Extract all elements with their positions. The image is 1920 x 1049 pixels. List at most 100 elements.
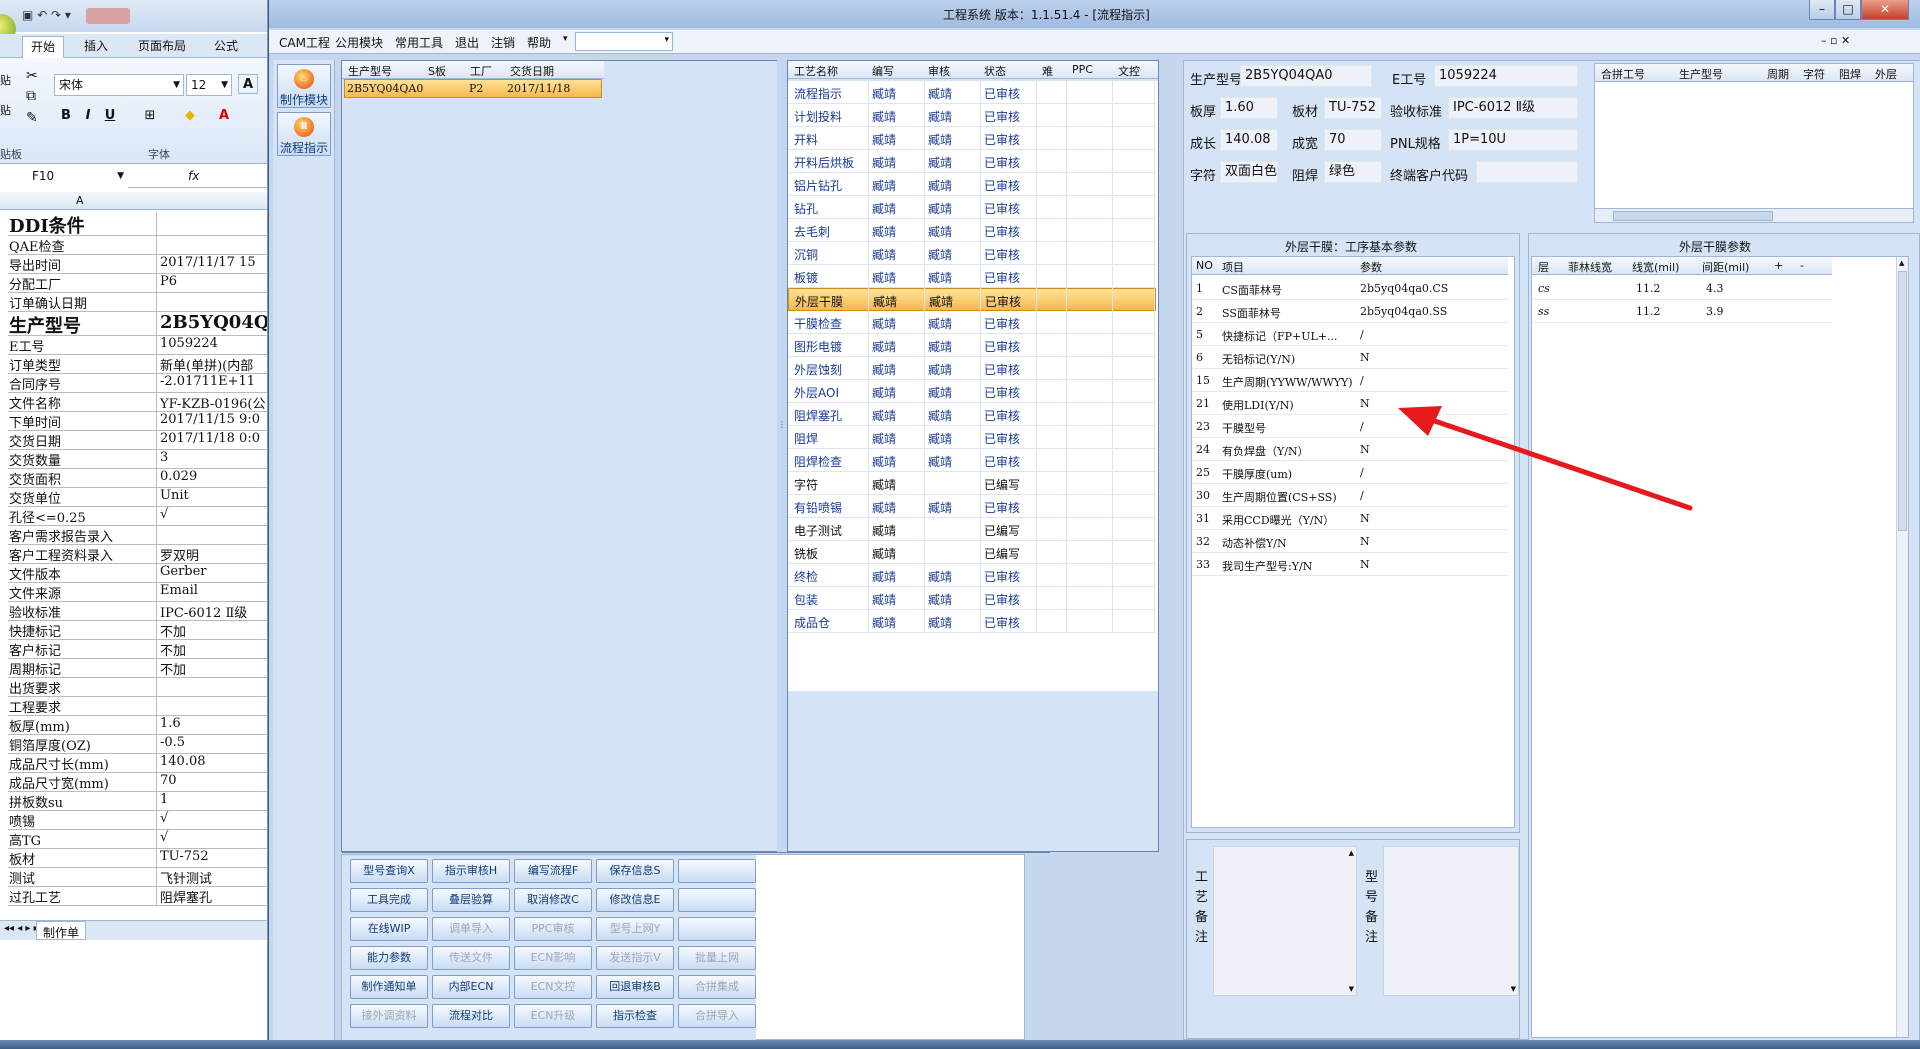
param-row[interactable]: 15 生产周期(YYWW/WWYY) / (1192, 369, 1508, 392)
paste-label-2[interactable]: 贴 (0, 102, 11, 118)
quick-access-toolbar[interactable] (86, 8, 130, 24)
excel-cell-b[interactable]: √ (157, 507, 267, 525)
scroll-up-icon[interactable]: ▲ (1899, 259, 1904, 267)
action-button[interactable]: 编写流程F (514, 859, 592, 883)
excel-cell-b[interactable]: 70 (157, 773, 267, 791)
tab-formulas[interactable]: 公式 (206, 36, 246, 58)
col-film-width[interactable]: 菲林线宽 (1568, 259, 1612, 275)
menu-cam[interactable]: CAM工程 (279, 34, 330, 51)
excel-cell-a[interactable]: 客户工程资料录入 (8, 545, 157, 563)
excel-cell-a[interactable]: 订单确认日期 (8, 293, 157, 311)
excel-row[interactable]: 合同序号 -2.01711E+11 (8, 374, 267, 393)
process-note-field[interactable]: ▲ ▼ (1213, 846, 1357, 996)
excel-cell-a[interactable]: 板材 (8, 849, 157, 867)
action-button[interactable]: 发送指示V (596, 946, 674, 970)
excel-row[interactable]: 交货日期 2017/11/18 0:0 (8, 431, 267, 450)
tab-home[interactable]: 开始 (22, 36, 65, 58)
excel-cell-a[interactable]: 客户需求报告录入 (8, 526, 157, 544)
process-row[interactable]: 板镀 臧靖 臧靖 已审核 (788, 265, 1156, 288)
excel-cell-b[interactable]: 3 (157, 450, 267, 468)
process-row[interactable]: 阻焊检查 臧靖 臧靖 已审核 (788, 449, 1156, 472)
chevron-down-icon[interactable]: ▾ (563, 34, 568, 44)
excel-row[interactable]: 板材 TU-752 (8, 849, 267, 868)
excel-cell-b[interactable]: Unit (157, 488, 267, 506)
process-row[interactable]: 计划投料 臧靖 臧靖 已审核 (788, 104, 1156, 127)
action-button[interactable]: 回退审核B (596, 975, 674, 999)
fill-color-icon[interactable]: ◆ (180, 106, 200, 126)
excel-row[interactable]: 成品尺寸宽(mm) 70 (8, 773, 267, 792)
excel-cell-b[interactable]: 不加 (157, 659, 267, 677)
splitter[interactable]: ⋮ (777, 60, 787, 852)
excel-cell-a[interactable]: 导出时间 (8, 255, 157, 273)
excel-cell-b[interactable]: 2017/11/18 0:0 (157, 431, 267, 449)
excel-row[interactable]: 高TG √ (8, 830, 267, 849)
action-button[interactable]: 型号查询X (350, 859, 428, 883)
sheet-tab[interactable]: 制作单 (36, 921, 87, 940)
legend-field[interactable]: 双面白色 (1220, 161, 1278, 183)
model-note-field[interactable]: ▼ (1383, 846, 1519, 996)
font-name-box[interactable]: 宋体 ▼ (54, 74, 184, 96)
menu-common-module[interactable]: 公用模块 (335, 34, 383, 51)
format-painter-icon[interactable]: ✎ (26, 110, 38, 126)
excel-cell-b[interactable]: 不加 (157, 640, 267, 658)
excel-row[interactable]: 导出时间 2017/11/17 15 (8, 255, 267, 274)
mdi-window-controls[interactable]: – ▫ ✕ (1821, 34, 1850, 47)
excel-cell-b[interactable]: 140.08 (157, 754, 267, 772)
col-s-board[interactable]: S板 (428, 63, 446, 79)
col-plus[interactable]: + (1774, 259, 1783, 272)
thickness-field[interactable]: 1.60 (1220, 97, 1278, 119)
excel-cell-b[interactable]: Gerber (157, 564, 267, 582)
vertical-scrollbar[interactable]: ▲ (1896, 257, 1908, 1037)
quick-access-icon[interactable]: ▣ ↶ ↷ ▾ (22, 8, 71, 22)
excel-cell-b[interactable]: IPC-6012 Ⅱ级 (157, 602, 267, 620)
excel-cell-a[interactable]: 文件来源 (8, 583, 157, 601)
excel-cell-a[interactable]: DDI条件 (8, 212, 157, 235)
excel-cell-b[interactable]: YF-KZB-0196(公 (157, 393, 267, 411)
col-param[interactable]: 参数 (1360, 259, 1382, 275)
tool-process-guide[interactable]: Ⅱ 流程指示 (277, 112, 331, 156)
action-button[interactable]: 保存信息S (596, 859, 674, 883)
excel-row[interactable]: 测试 飞针测试 (8, 868, 267, 887)
excel-row[interactable]: 文件来源 Email (8, 583, 267, 602)
copy-icon[interactable]: ⧉ (26, 88, 36, 104)
close-button[interactable]: ✕ (1861, 0, 1909, 20)
excel-cell-a[interactable]: 合同序号 (8, 374, 157, 392)
col-merge-outer[interactable]: 外层 (1875, 66, 1897, 82)
table-row[interactable]: 2B5YQ04QA0 P2 2017/11/18 (344, 79, 602, 98)
font-size-box[interactable]: 12 ▼ (186, 74, 232, 96)
excel-row[interactable]: 分配工厂 P6 (8, 274, 267, 293)
col-merge-mask[interactable]: 阻焊 (1839, 66, 1861, 82)
excel-cell-b[interactable]: 新单(单拼)(内部 (157, 355, 267, 373)
excel-row[interactable]: 文件版本 Gerber (8, 564, 267, 583)
excel-row[interactable]: 交货数量 3 (8, 450, 267, 469)
excel-cell-a[interactable]: 喷锡 (8, 811, 157, 829)
excel-row[interactable]: 下单时间 2017/11/15 9:0 (8, 412, 267, 431)
excel-row[interactable]: 文件名称 YF-KZB-0196(公 (8, 393, 267, 412)
bold-button[interactable]: B (56, 106, 76, 126)
fx-icon[interactable]: fx (188, 169, 199, 183)
action-button[interactable]: ECN影响 (514, 946, 592, 970)
col-ppc[interactable]: PPC (1072, 63, 1093, 76)
process-row[interactable]: 阻焊塞孔 臧靖 臧靖 已审核 (788, 403, 1156, 426)
excel-cell-b[interactable] (157, 697, 267, 715)
col-reviewer[interactable]: 审核 (928, 63, 950, 79)
action-button[interactable]: 叠层验算 (432, 888, 510, 912)
excel-cell-a[interactable]: 成品尺寸长(mm) (8, 754, 157, 772)
excel-cell-a[interactable]: 文件名称 (8, 393, 157, 411)
action-button[interactable]: 合拼集成 (678, 975, 756, 999)
tab-insert[interactable]: 插入 (76, 36, 116, 58)
col-model[interactable]: 生产型号 (348, 63, 392, 79)
excel-cell-a[interactable]: 订单类型 (8, 355, 157, 373)
excel-row[interactable]: 铜箔厚度(OZ) -0.5 (8, 735, 267, 754)
action-button[interactable]: 工具完成 (350, 888, 428, 912)
action-button[interactable]: 接外调资料 (350, 1004, 428, 1028)
excel-cell-b[interactable]: 2017/11/17 15 (157, 255, 267, 273)
excel-cell-a[interactable]: 交货单位 (8, 488, 157, 506)
module-select[interactable]: ▾ (575, 32, 673, 51)
col-line-width[interactable]: 线宽(mil) (1632, 259, 1679, 275)
excel-cell-b[interactable]: 1059224 (157, 336, 267, 354)
action-button[interactable]: 流程对比 (432, 1004, 510, 1028)
action-button[interactable]: 内部ECN (432, 975, 510, 999)
excel-row[interactable]: 工程要求 (8, 697, 267, 716)
excel-cell-a[interactable]: 客户标记 (8, 640, 157, 658)
